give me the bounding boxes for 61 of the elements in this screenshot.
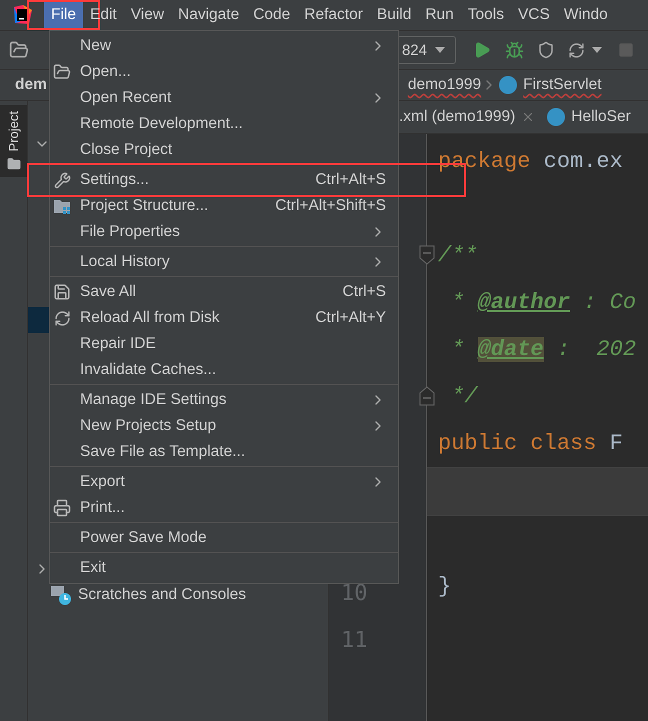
code-line: */ xyxy=(450,384,478,409)
menu-item[interactable]: Open Recent xyxy=(50,85,398,111)
menu-item[interactable]: Print... xyxy=(50,495,398,521)
code-line: * @date : 202 xyxy=(450,337,636,362)
project-structure-icon xyxy=(53,197,71,215)
menu-item[interactable]: Invalidate Caches... xyxy=(50,357,398,383)
menu-item[interactable]: Reload All from Disk Ctrl+Alt+Y xyxy=(50,305,398,331)
fold-icon[interactable] xyxy=(419,245,435,265)
menu-bar-item[interactable]: Windo xyxy=(556,1,615,29)
project-tool-tab[interactable]: Project xyxy=(0,105,27,178)
menu-item[interactable]: Manage IDE Settings xyxy=(50,387,398,413)
menu-item[interactable]: Local History xyxy=(50,249,398,275)
menu-bar-item[interactable]: File xyxy=(44,1,83,29)
menu-item[interactable]: Remote Development... xyxy=(50,111,398,137)
breadcrumb-item[interactable]: demo1999 xyxy=(408,76,482,94)
editor-tab[interactable]: .xml (demo1999) xyxy=(399,108,536,126)
menu-item[interactable]: Save All Ctrl+S xyxy=(50,279,398,305)
reload-icon xyxy=(54,310,70,326)
code-line: package com.ex xyxy=(437,149,623,174)
folder-icon xyxy=(53,63,71,81)
save-icon xyxy=(53,283,71,301)
menu-item[interactable]: New xyxy=(50,33,398,59)
menu-bar-item[interactable]: Refactor xyxy=(297,1,370,29)
menu-item[interactable]: Exit xyxy=(50,555,398,581)
app-logo-icon xyxy=(12,4,34,26)
menu-bar-item[interactable]: VCS xyxy=(510,1,557,29)
menu-item[interactable]: Power Save Mode xyxy=(50,525,398,551)
menu-bar-item[interactable]: Build xyxy=(370,1,418,29)
menu-item[interactable]: New Projects Setup xyxy=(50,413,398,439)
run-icon[interactable] xyxy=(473,41,491,59)
caret-icon xyxy=(435,47,445,53)
printer-icon xyxy=(53,499,71,517)
menu-item[interactable]: Open... xyxy=(50,59,398,85)
menu-item[interactable]: Save File as Template... xyxy=(50,439,398,465)
menu-item[interactable]: Export xyxy=(50,469,398,495)
menu-bar-item[interactable]: Code xyxy=(246,1,298,29)
project-breadcrumb[interactable]: dem xyxy=(15,76,47,94)
menu-bar-item[interactable]: Navigate xyxy=(171,1,246,29)
tree-item[interactable]: Scratches and Consoles xyxy=(78,586,246,604)
breadcrumb-item[interactable]: FirstServlet xyxy=(523,76,602,94)
menu-bar-item[interactable]: Run xyxy=(418,1,461,29)
code-line: /** xyxy=(437,243,478,268)
code-line: } xyxy=(437,574,452,599)
menu-bar-item[interactable]: Tools xyxy=(460,1,511,29)
folder-icon xyxy=(6,157,20,172)
folder-icon[interactable] xyxy=(9,40,29,60)
menu-item[interactable]: Repair IDE xyxy=(50,331,398,357)
shield-icon[interactable] xyxy=(537,41,555,59)
fold-icon[interactable] xyxy=(419,386,435,406)
menu-bar-item[interactable]: View xyxy=(124,1,172,29)
menu-item[interactable]: Project Structure... Ctrl+Alt+Shift+S xyxy=(50,193,398,219)
menu-item[interactable]: File Properties xyxy=(50,219,398,245)
editor-tab[interactable]: HelloSer xyxy=(547,108,631,126)
bug-icon[interactable] xyxy=(504,40,524,60)
wrench-icon xyxy=(54,172,70,188)
menu-item[interactable]: Settings... Ctrl+Alt+S xyxy=(50,167,398,193)
code-line: * @author : Co xyxy=(450,290,636,315)
caret-icon[interactable] xyxy=(592,47,602,53)
menu-item[interactable]: Close Project xyxy=(50,137,398,163)
code-line: public class F xyxy=(437,431,623,456)
scratches-icon xyxy=(50,584,72,606)
